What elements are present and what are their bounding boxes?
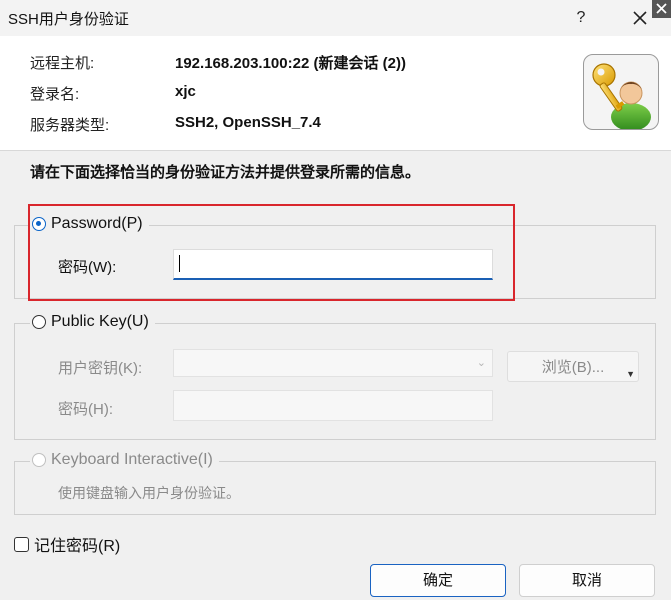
remote-host-value: 192.168.203.100:22 (新建会话 (2)) [175, 55, 406, 72]
password-radio-indicator[interactable] [32, 217, 46, 231]
keyboard-interactive-hint: 使用键盘输入用户身份验证。 [58, 485, 240, 501]
passphrase-label: 密码(H): [58, 401, 113, 418]
session-info-panel: 远程主机: 192.168.203.100:22 (新建会话 (2)) 登录名:… [0, 36, 671, 151]
login-name-value: xjc [175, 83, 196, 100]
server-type-value: SSH2, OpenSSH_7.4 [175, 114, 321, 131]
password-radio[interactable]: Password(P) [30, 215, 149, 233]
help-button[interactable]: ? [566, 3, 596, 33]
passphrase-input[interactable] [173, 390, 493, 421]
key-user-icon [583, 54, 659, 130]
password-radio-label: Password(P) [51, 215, 143, 232]
keyboard-interactive-radio-indicator[interactable] [32, 453, 46, 467]
browse-button-label: 浏览(B)... [541, 359, 605, 376]
close-icon [633, 11, 647, 25]
chevron-down-icon: ⌄ [476, 357, 486, 369]
public-key-radio-label: Public Key(U) [51, 313, 149, 330]
remember-password-label: 记住密码(R) [34, 538, 121, 555]
dropdown-dot-icon: ▼ [626, 369, 635, 379]
login-name-label: 登录名: [30, 86, 80, 103]
browse-button[interactable]: 浏览(B)... ▼ [507, 351, 639, 382]
remember-password-checkbox[interactable]: 记住密码(R) [14, 532, 120, 556]
user-key-combobox[interactable]: ⌄ [173, 349, 493, 377]
server-type-label: 服务器类型: [30, 117, 110, 134]
close-button[interactable] [626, 4, 654, 32]
password-input[interactable] [173, 249, 493, 280]
title-bar: SSH用户身份验证 ? [0, 0, 671, 36]
corner-close-icon[interactable] [652, 0, 671, 18]
keyboard-interactive-label: Keyboard Interactive(I) [51, 451, 213, 468]
ok-button[interactable]: 确定 [370, 564, 506, 597]
remote-host-label: 远程主机: [30, 55, 95, 72]
cancel-button[interactable]: 取消 [519, 564, 655, 597]
public-key-radio[interactable]: Public Key(U) [30, 313, 155, 331]
window-title: SSH用户身份验证 [8, 11, 129, 28]
text-caret [179, 255, 180, 272]
instruction-text: 请在下面选择恰当的身份验证方法并提供登录所需的信息。 [30, 164, 421, 181]
password-field-label: 密码(W): [58, 259, 117, 276]
remember-password-box[interactable] [14, 536, 29, 552]
keyboard-interactive-radio[interactable]: Keyboard Interactive(I) [30, 451, 219, 469]
user-key-label: 用户密钥(K): [58, 360, 143, 377]
public-key-radio-indicator[interactable] [32, 315, 46, 329]
